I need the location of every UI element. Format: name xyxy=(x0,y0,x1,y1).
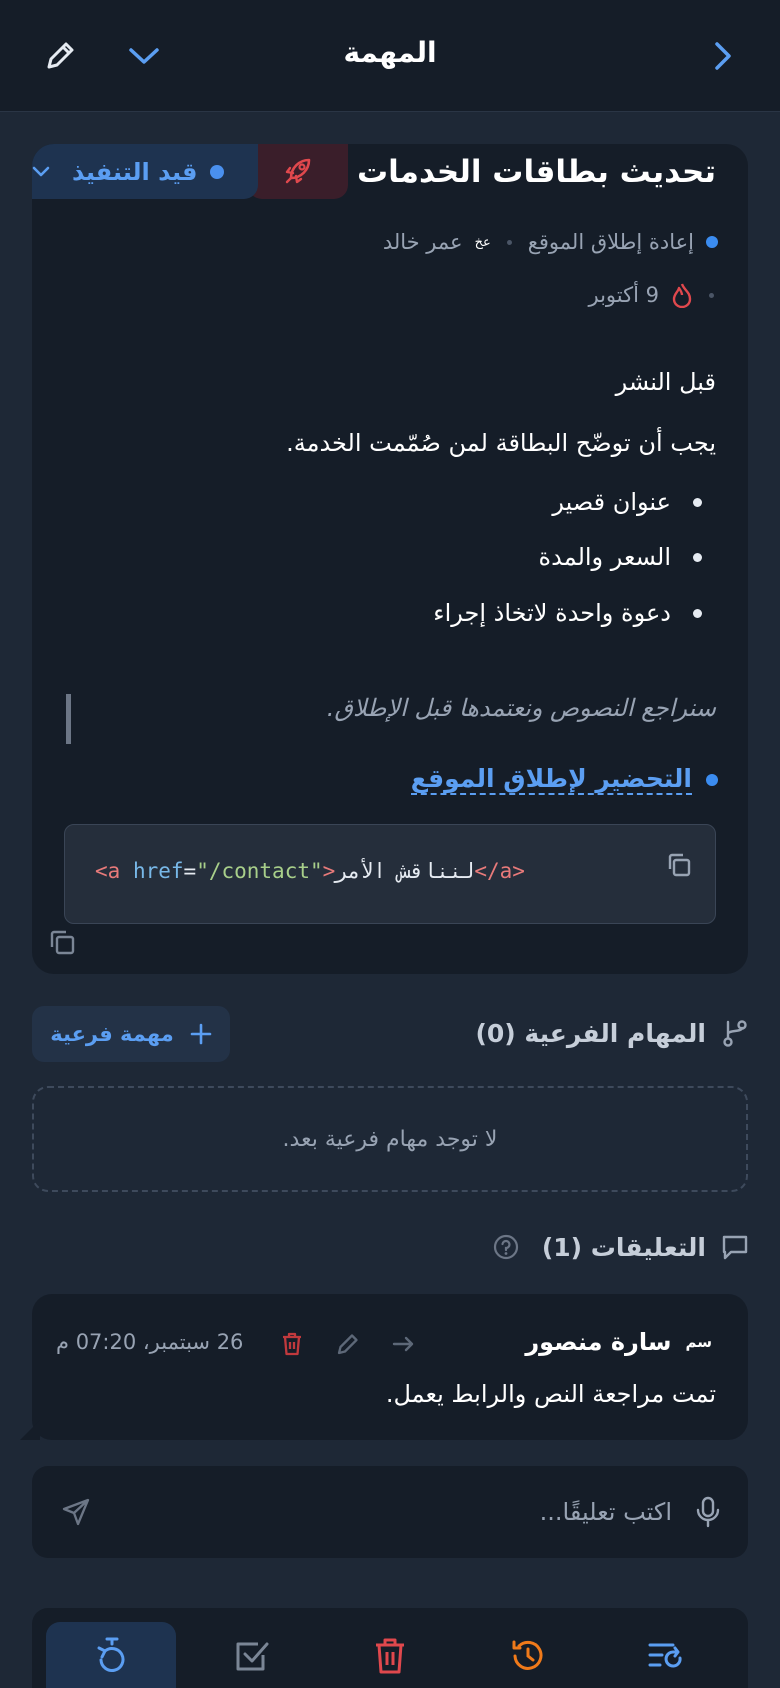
list-item-text: عنوان قصير xyxy=(552,488,671,516)
linked-task-row: التحضير لإطلاق الموقع xyxy=(410,764,718,795)
avatar: سم xyxy=(685,1333,712,1351)
comment-card: سم سارة منصور 26 سبتمبر، 07:20 م تمت مرا… xyxy=(32,1294,748,1440)
link-dot xyxy=(706,773,718,786)
list-item: السعر والمدة xyxy=(539,543,702,571)
code-eq: = xyxy=(183,859,197,883)
description-paragraph: يجب أن توضّح البطاقة لمن صُمّمت الخدمة. xyxy=(286,429,716,457)
reply-button[interactable] xyxy=(384,1324,424,1364)
code-close-tag: </a> xyxy=(474,859,525,883)
trash-icon xyxy=(283,1332,301,1356)
reply-arrow-icon xyxy=(392,1336,414,1352)
comments-header: التعليقات (1) xyxy=(492,1232,750,1262)
due-row: 9 أكتوبر xyxy=(589,282,719,308)
code-block: <a href="/contact">لنناقش الأمر</a> xyxy=(64,824,716,924)
top-bar: المهمة xyxy=(0,0,780,112)
linked-task-link[interactable]: التحضير لإطلاق الموقع xyxy=(410,764,692,795)
subtasks-empty-state: لا توجد مهام فرعية بعد. xyxy=(32,1086,748,1192)
status-dot xyxy=(209,164,224,179)
code-text: لنناقش الأمر xyxy=(335,859,475,883)
help-icon xyxy=(493,1234,518,1260)
quote-text: سنراجع النصوص ونعتمدها قبل الإطلاق. xyxy=(326,694,716,722)
flame-icon xyxy=(672,283,692,308)
comment-icon xyxy=(722,1235,748,1260)
status-label: قيد التنفيذ xyxy=(72,157,198,186)
task-meta-row: إعادة إطلاق الموقع عخ عمر خالد xyxy=(383,230,718,254)
avatar: عخ xyxy=(474,234,491,250)
history-button[interactable] xyxy=(502,1630,554,1682)
comment-timestamp: 26 سبتمبر، 07:20 م xyxy=(56,1330,244,1354)
description-heading: قبل النشر xyxy=(615,368,716,396)
voice-input-button[interactable] xyxy=(686,1490,730,1534)
project-name[interactable]: إعادة إطلاق الموقع xyxy=(528,230,694,254)
comment-composer xyxy=(32,1466,748,1558)
timer-reset-button[interactable] xyxy=(86,1630,138,1682)
add-subtask-button[interactable]: مهمة فرعية xyxy=(32,1006,230,1062)
comment-text: تمت مراجعة النص والرابط يعمل. xyxy=(385,1380,716,1408)
project-dot xyxy=(706,236,718,248)
assignee-name[interactable]: عمر خالد xyxy=(383,230,463,254)
separator xyxy=(709,292,714,298)
subtasks-header: المهام الفرعية (0) xyxy=(475,1018,750,1048)
collapse-button[interactable] xyxy=(120,32,168,80)
empty-text: لا توجد مهام فرعية بعد. xyxy=(282,1126,498,1152)
code-value: "/contact" xyxy=(196,859,323,883)
copy-icon xyxy=(50,930,75,955)
delete-task-button[interactable] xyxy=(364,1630,416,1682)
bullet-dot xyxy=(693,608,702,618)
list-item-text: دعوة واحدة لاتخاذ إجراء xyxy=(433,599,671,627)
plus-icon xyxy=(190,1023,212,1045)
microphone-icon xyxy=(696,1496,720,1528)
pencil-icon xyxy=(47,42,74,69)
edit-comment-button[interactable] xyxy=(328,1324,368,1364)
comment-bubble-tail xyxy=(20,1420,40,1440)
comment-author: سارة منصور xyxy=(525,1328,672,1356)
copy-icon xyxy=(668,853,691,877)
mark-complete-button[interactable] xyxy=(226,1630,278,1682)
comments-title: التعليقات (1) xyxy=(541,1232,706,1262)
blockquote: سنراجع النصوص ونعتمدها قبل الإطلاق. xyxy=(66,694,716,744)
priority-badge[interactable] xyxy=(248,144,348,199)
checkbox-icon xyxy=(236,1642,269,1671)
code-bracket: > xyxy=(322,859,336,883)
branch-icon xyxy=(723,1020,747,1047)
chevron-down-icon xyxy=(32,166,50,176)
comment-input[interactable] xyxy=(152,1488,672,1536)
send-button[interactable] xyxy=(54,1490,98,1534)
subtasks-title: المهام الفرعية (0) xyxy=(475,1018,706,1048)
code-content: <a href="/contact">لنناقش الأمر</a> xyxy=(95,859,525,883)
bottom-action-bar xyxy=(32,1608,748,1688)
comment-author-row: سم سارة منصور xyxy=(525,1328,712,1356)
recurring-list-button[interactable] xyxy=(640,1630,692,1682)
copy-code-button[interactable] xyxy=(659,845,699,885)
chevron-down-icon xyxy=(129,48,159,64)
separator xyxy=(506,239,512,245)
add-subtask-label: مهمة فرعية xyxy=(50,1022,174,1046)
edit-button[interactable] xyxy=(36,32,84,80)
list-repeat-icon xyxy=(648,1643,682,1668)
code-attr: href xyxy=(132,859,184,883)
list-item: دعوة واحدة لاتخاذ إجراء xyxy=(433,599,702,627)
bullet-dot xyxy=(693,497,702,507)
page-title: المهمة xyxy=(343,36,437,69)
task-title: تحديث بطاقات الخدمات xyxy=(357,154,716,190)
rocket-icon xyxy=(285,158,311,184)
bullet-dot xyxy=(693,552,702,562)
code-open-tag: <a xyxy=(95,859,121,883)
help-button[interactable] xyxy=(492,1233,520,1261)
history-icon xyxy=(512,1640,543,1670)
due-date: 9 أكتوبر xyxy=(588,283,660,307)
copy-description-button[interactable] xyxy=(42,922,82,962)
trash-icon xyxy=(376,1638,404,1674)
timer-reset-icon xyxy=(97,1637,125,1672)
task-card: تحديث بطاقات الخدمات قيد التنفيذ إعادة إ… xyxy=(32,144,748,974)
pencil-icon xyxy=(337,1334,358,1355)
send-icon xyxy=(62,1498,90,1526)
delete-comment-button[interactable] xyxy=(272,1324,312,1364)
list-item: عنوان قصير xyxy=(552,488,702,516)
list-item-text: السعر والمدة xyxy=(538,543,671,571)
status-dropdown[interactable]: قيد التنفيذ xyxy=(32,144,258,199)
